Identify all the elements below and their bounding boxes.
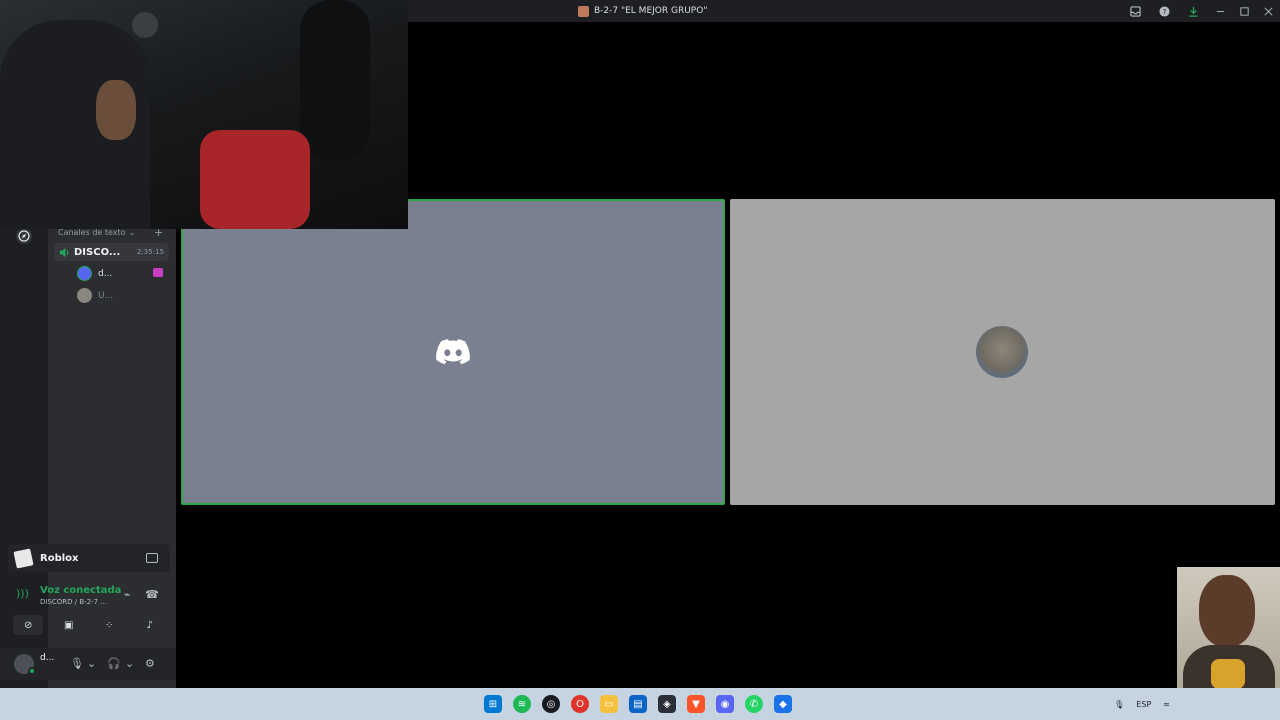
discord-app: B-2-7 "EL MEJOR GRUPO" ? Canales de text… <box>0 0 1280 688</box>
stream-screen-icon[interactable] <box>146 553 158 563</box>
chevron-down-icon[interactable]: ⌄ <box>125 657 134 670</box>
screen-share-button[interactable]: ▣ <box>53 615 84 635</box>
voice-connected-panel: ))) Voz conectada DISCORD / B-2-7 ... ⌁ … <box>8 580 170 612</box>
opera-icon[interactable]: O <box>571 695 589 713</box>
microphone-icon[interactable]: 🎙 <box>1114 700 1124 709</box>
camera-off-button[interactable]: ⊘ <box>13 615 44 635</box>
voice-member[interactable]: U... <box>77 288 113 303</box>
voice-channel-name: DISCO... <box>74 246 121 258</box>
voice-channel[interactable]: DISCO... 2:35:15 <box>54 243 169 261</box>
voice-member[interactable]: d... <box>77 266 112 281</box>
gear-icon[interactable]: ⚙ <box>145 657 155 670</box>
voice-status-title[interactable]: Voz conectada <box>40 585 121 596</box>
category-text-channels[interactable]: Canales de texto ⌄ <box>58 228 135 237</box>
roblox-icon <box>13 547 34 569</box>
signal-icon[interactable]: ))) <box>16 587 29 600</box>
activity-panel[interactable]: Roblox <box>8 544 170 572</box>
windows-start-icon[interactable]: ⊞ <box>484 695 502 713</box>
plush-toy <box>1211 659 1245 689</box>
member-name: d... <box>98 268 113 279</box>
language-indicator[interactable]: ESP <box>1136 700 1151 709</box>
outlook-icon[interactable]: ▤ <box>629 695 647 713</box>
red-shirt <box>200 130 310 229</box>
minimize-icon[interactable] <box>1208 0 1232 22</box>
soundboard-button[interactable]: ♪ <box>134 615 165 635</box>
face <box>1199 575 1255 647</box>
title-bar-controls: ? <box>1121 0 1280 22</box>
file-explorer-icon[interactable]: ▭ <box>600 695 618 713</box>
inbox-icon[interactable] <box>1121 0 1150 22</box>
voice-channel-timer: 2:35:15 <box>137 248 164 256</box>
discovery-icon[interactable] <box>16 228 32 244</box>
brave-icon[interactable]: ▼ <box>687 695 705 713</box>
system-tray: 🎙 ESP ≈ <box>1114 688 1170 720</box>
category-label: Canales de texto <box>58 228 126 237</box>
download-icon[interactable] <box>1179 0 1208 22</box>
face <box>96 80 136 140</box>
video-tile-user[interactable] <box>730 199 1275 505</box>
activities-button[interactable]: ⁘ <box>94 615 125 635</box>
microphone-icon[interactable]: 🎙 <box>70 657 84 670</box>
close-icon[interactable] <box>1256 0 1280 22</box>
webcam-overlay-top-left <box>0 0 408 229</box>
roblox-icon[interactable]: ◆ <box>774 695 792 713</box>
avatar <box>77 266 92 281</box>
speaker-icon <box>59 247 69 257</box>
wifi-icon[interactable]: ≈ <box>1163 700 1170 709</box>
window-title: B-2-7 "EL MEJOR GRUPO" <box>594 6 708 16</box>
avatar <box>976 326 1028 378</box>
taskbar-apps: ⊞ ≋ ◎ O ▭ ▤ ◈ ▼ ◉ ✆ ◆ <box>484 688 792 720</box>
windows-taskbar: ⊞ ≋ ◎ O ▭ ▤ ◈ ▼ ◉ ✆ ◆ 🎙 ESP ≈ <box>0 688 1280 720</box>
chevron-down-icon[interactable]: ⌄ <box>87 657 96 670</box>
davinci-icon[interactable]: ◈ <box>658 695 676 713</box>
discord-logo-icon <box>436 339 470 365</box>
help-icon[interactable]: ? <box>1150 0 1179 22</box>
avatar <box>77 288 92 303</box>
window-title-group: B-2-7 "EL MEJOR GRUPO" <box>578 4 707 18</box>
steam-icon[interactable]: ◎ <box>542 695 560 713</box>
noise-suppression-icon[interactable]: ⌁ <box>120 588 134 602</box>
username[interactable]: d... <box>40 653 54 663</box>
voice-actions: ⊘ ▣ ⁘ ♪ <box>8 614 170 636</box>
activity-label: Roblox <box>40 552 79 564</box>
whatsapp-icon[interactable]: ✆ <box>745 695 763 713</box>
video-tile-discord-user[interactable] <box>181 199 725 505</box>
chevron-down-icon: ⌄ <box>128 228 136 237</box>
spotify-icon[interactable]: ≋ <box>513 695 531 713</box>
streaming-badge <box>153 268 163 277</box>
member-name: U... <box>98 290 114 301</box>
maximize-icon[interactable] <box>1232 0 1256 22</box>
microphone <box>300 0 370 160</box>
svg-text:?: ? <box>1163 6 1167 15</box>
server-icon <box>578 5 589 17</box>
dartboard <box>132 12 158 38</box>
user-panel: d... 🎙 ⌄ 🎧 ⌄ ⚙ <box>0 648 176 680</box>
disconnect-icon[interactable]: ☎ <box>145 588 159 602</box>
voice-status-subtitle[interactable]: DISCORD / B-2-7 ... <box>40 598 107 606</box>
online-status-icon <box>28 667 36 675</box>
discord-icon[interactable]: ◉ <box>716 695 734 713</box>
headphones-icon[interactable]: 🎧 <box>107 657 121 670</box>
